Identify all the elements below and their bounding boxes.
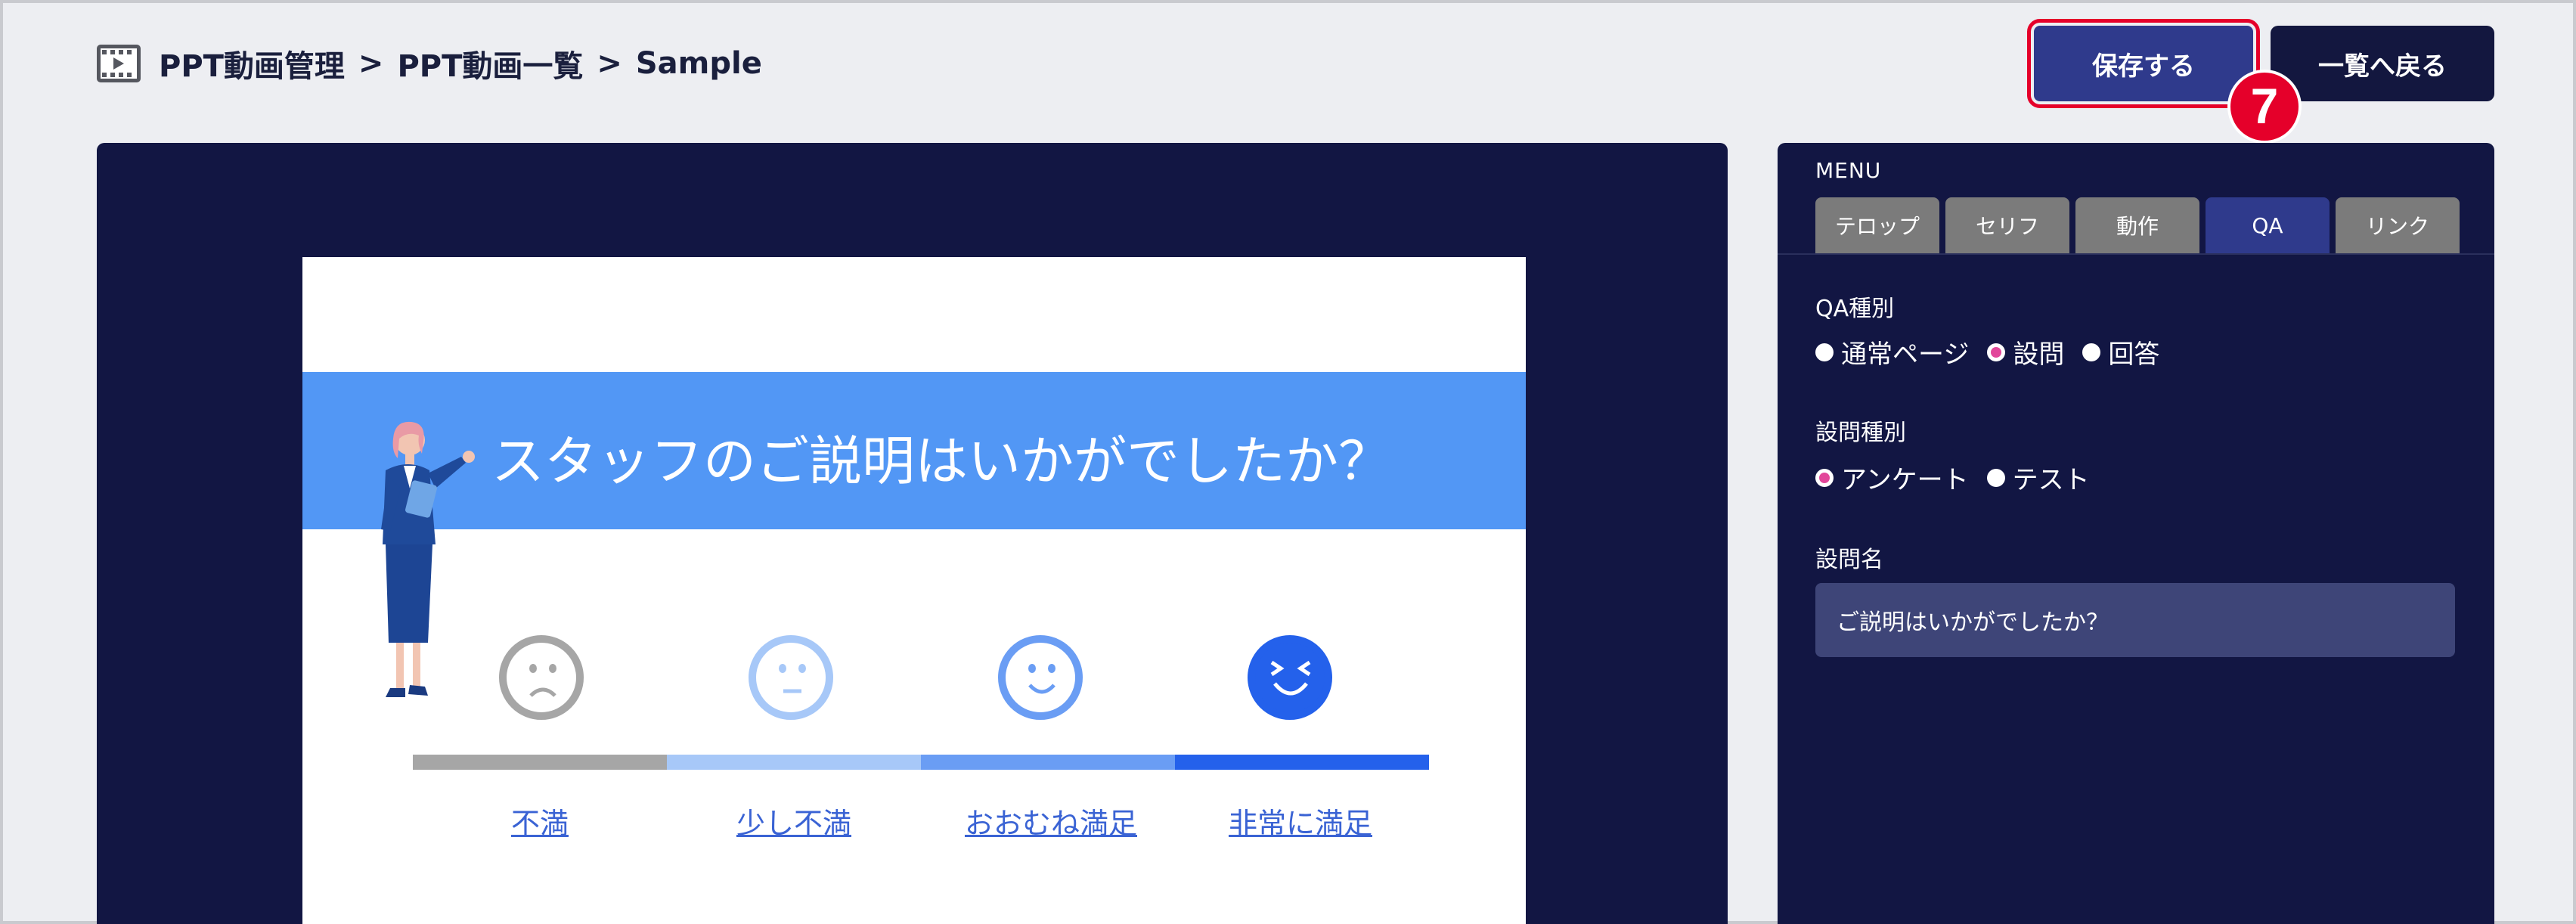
- slide-canvas: スタッフのご説明はいかがでしたか？ 不満 少し不満 おおむね満足 非常に満足: [302, 257, 1526, 924]
- sad-face-icon[interactable]: [499, 635, 584, 720]
- tab-link[interactable]: リンク: [2336, 197, 2460, 253]
- radio-button-checked[interactable]: [1815, 468, 1834, 487]
- question-type-test-option[interactable]: テスト: [1986, 459, 2090, 496]
- rating-bar-segment-2: [667, 755, 921, 770]
- rating-bar-segment-3: [921, 755, 1175, 770]
- save-button[interactable]: 保存する: [2027, 19, 2260, 108]
- breadcrumb: PPT動画管理 > PPT動画一覧 > Sample: [97, 39, 762, 88]
- qa-type-radio-group: 通常ページ 設問 回答: [1815, 333, 2178, 371]
- breadcrumb-item-ppt-video-list[interactable]: PPT動画一覧: [397, 42, 583, 85]
- breadcrumb-item-ppt-video-management[interactable]: PPT動画管理: [159, 42, 345, 85]
- radio-button[interactable]: [1986, 468, 2005, 487]
- question-type-label: 設問種別: [1815, 420, 1906, 446]
- menu-title: MENU: [1815, 158, 1882, 183]
- step-number-badge: 7: [2227, 70, 2302, 144]
- rating-bar-segment-4: [1175, 755, 1429, 770]
- tab-action[interactable]: 動作: [2075, 197, 2199, 253]
- menu-tabs: テロップ セリフ 動作 QA リンク: [1815, 197, 2460, 253]
- qa-type-answer-option[interactable]: 回答: [2082, 333, 2159, 371]
- slide-title: スタッフのご説明はいかがでしたか？: [491, 430, 1391, 492]
- qa-type-normal-page-option[interactable]: 通常ページ: [1815, 333, 1969, 371]
- rating-label-3[interactable]: おおむね満足: [938, 800, 1164, 842]
- smile-face-icon[interactable]: [998, 635, 1083, 720]
- radio-button-checked[interactable]: [1987, 343, 2006, 361]
- question-name-label: 設問名: [1815, 547, 1883, 573]
- question-name-input[interactable]: ご説明はいかがでしたか？: [1815, 583, 2455, 657]
- header-bar: PPT動画管理 > PPT動画一覧 > Sample 保存する 一覧へ戻る 7: [3, 3, 2573, 144]
- laugh-face-icon[interactable]: [1248, 635, 1332, 720]
- chevron-right-icon: >: [358, 46, 384, 81]
- presenter-illustration: [381, 421, 475, 697]
- neutral-face-icon[interactable]: [749, 635, 833, 720]
- rating-label-4[interactable]: 非常に満足: [1210, 800, 1391, 842]
- rating-label-1[interactable]: 不満: [464, 800, 615, 842]
- chevron-right-icon: >: [597, 46, 622, 81]
- tab-divider: [1778, 253, 2494, 255]
- question-type-survey-option[interactable]: アンケート: [1815, 459, 1969, 496]
- radio-button[interactable]: [2082, 343, 2101, 361]
- film-icon: [97, 45, 141, 82]
- tab-serif[interactable]: セリフ: [1945, 197, 2069, 253]
- breadcrumb-item-current: Sample: [635, 46, 762, 81]
- qa-type-question-option[interactable]: 設問: [1987, 333, 2064, 371]
- question-type-radio-group: アンケート テスト: [1815, 459, 2108, 496]
- tab-qa[interactable]: QA: [2206, 197, 2330, 253]
- back-to-list-button[interactable]: 一覧へ戻る: [2271, 26, 2494, 101]
- qa-type-label: QA種別: [1815, 296, 1895, 322]
- rating-label-2[interactable]: 少し不満: [711, 800, 877, 842]
- edit-menu-panel: MENU テロップ セリフ 動作 QA リンク QA種別 通常ページ 設問 回答…: [1778, 143, 2494, 924]
- rating-bar-segment-1: [413, 755, 667, 770]
- radio-button[interactable]: [1815, 343, 1834, 361]
- tab-telop[interactable]: テロップ: [1815, 197, 1939, 253]
